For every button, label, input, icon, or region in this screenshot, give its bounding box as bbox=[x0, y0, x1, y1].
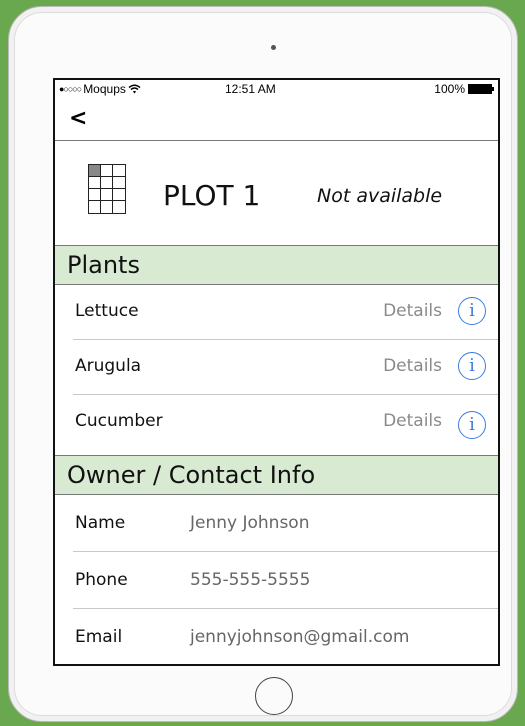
info-icon[interactable]: i bbox=[458, 411, 486, 439]
carrier-signal: ●○○○○ Moqups bbox=[59, 82, 141, 96]
navigation-bar: < bbox=[55, 98, 498, 141]
contact-row-email: Email jennyjohnson@gmail.com bbox=[55, 609, 498, 664]
app-screen: ●○○○○ Moqups 12:51 AM 100% < PLOT 1 Not … bbox=[53, 78, 500, 666]
home-button[interactable] bbox=[255, 677, 293, 715]
plant-name: Cucumber bbox=[75, 411, 163, 431]
plant-row-lettuce[interactable]: Lettuce Details i bbox=[55, 285, 498, 340]
info-icon[interactable]: i bbox=[458, 297, 486, 325]
info-icon[interactable]: i bbox=[458, 352, 486, 380]
tablet-frame: ●○○○○ Moqups 12:51 AM 100% < PLOT 1 Not … bbox=[8, 6, 518, 722]
details-link[interactable]: Details bbox=[383, 356, 442, 376]
contact-field-label: Phone bbox=[75, 570, 128, 590]
plot-title: PLOT 1 bbox=[163, 179, 261, 212]
contact-field-value[interactable]: 555-555-5555 bbox=[190, 570, 310, 590]
contact-row-phone: Phone 555-555-5555 bbox=[55, 552, 498, 609]
carrier-name: Moqups bbox=[83, 82, 126, 96]
signal-strength-icon: ●○○○○ bbox=[59, 84, 82, 94]
contact-field-value: Jenny Johnson bbox=[190, 513, 310, 533]
back-button[interactable]: < bbox=[69, 108, 87, 130]
plants-section-header: Plants bbox=[55, 245, 498, 285]
plot-grid-icon bbox=[88, 164, 126, 214]
plant-name: Lettuce bbox=[75, 301, 139, 321]
details-link[interactable]: Details bbox=[383, 411, 442, 431]
plant-name: Arugula bbox=[75, 356, 142, 376]
status-bar: ●○○○○ Moqups 12:51 AM 100% bbox=[55, 80, 498, 98]
contact-field-label: Name bbox=[75, 513, 126, 533]
plot-header: PLOT 1 Not available bbox=[55, 141, 498, 245]
contact-section-header: Owner / Contact Info bbox=[55, 455, 498, 495]
contact-field-label: Email bbox=[75, 627, 123, 647]
status-time: 12:51 AM bbox=[225, 82, 276, 96]
contact-row-name: Name Jenny Johnson bbox=[55, 495, 498, 552]
battery-status: 100% bbox=[434, 82, 494, 96]
contact-field-value[interactable]: jennyjohnson@gmail.com bbox=[190, 627, 409, 647]
wifi-icon bbox=[128, 84, 141, 94]
battery-percent: 100% bbox=[434, 82, 465, 96]
plant-row-arugula[interactable]: Arugula Details i bbox=[55, 340, 498, 395]
details-link[interactable]: Details bbox=[383, 301, 442, 321]
camera-icon bbox=[271, 45, 276, 50]
battery-icon bbox=[468, 84, 494, 94]
plot-availability-status: Not available bbox=[317, 185, 443, 207]
plant-row-cucumber[interactable]: Cucumber Details i bbox=[55, 395, 498, 455]
